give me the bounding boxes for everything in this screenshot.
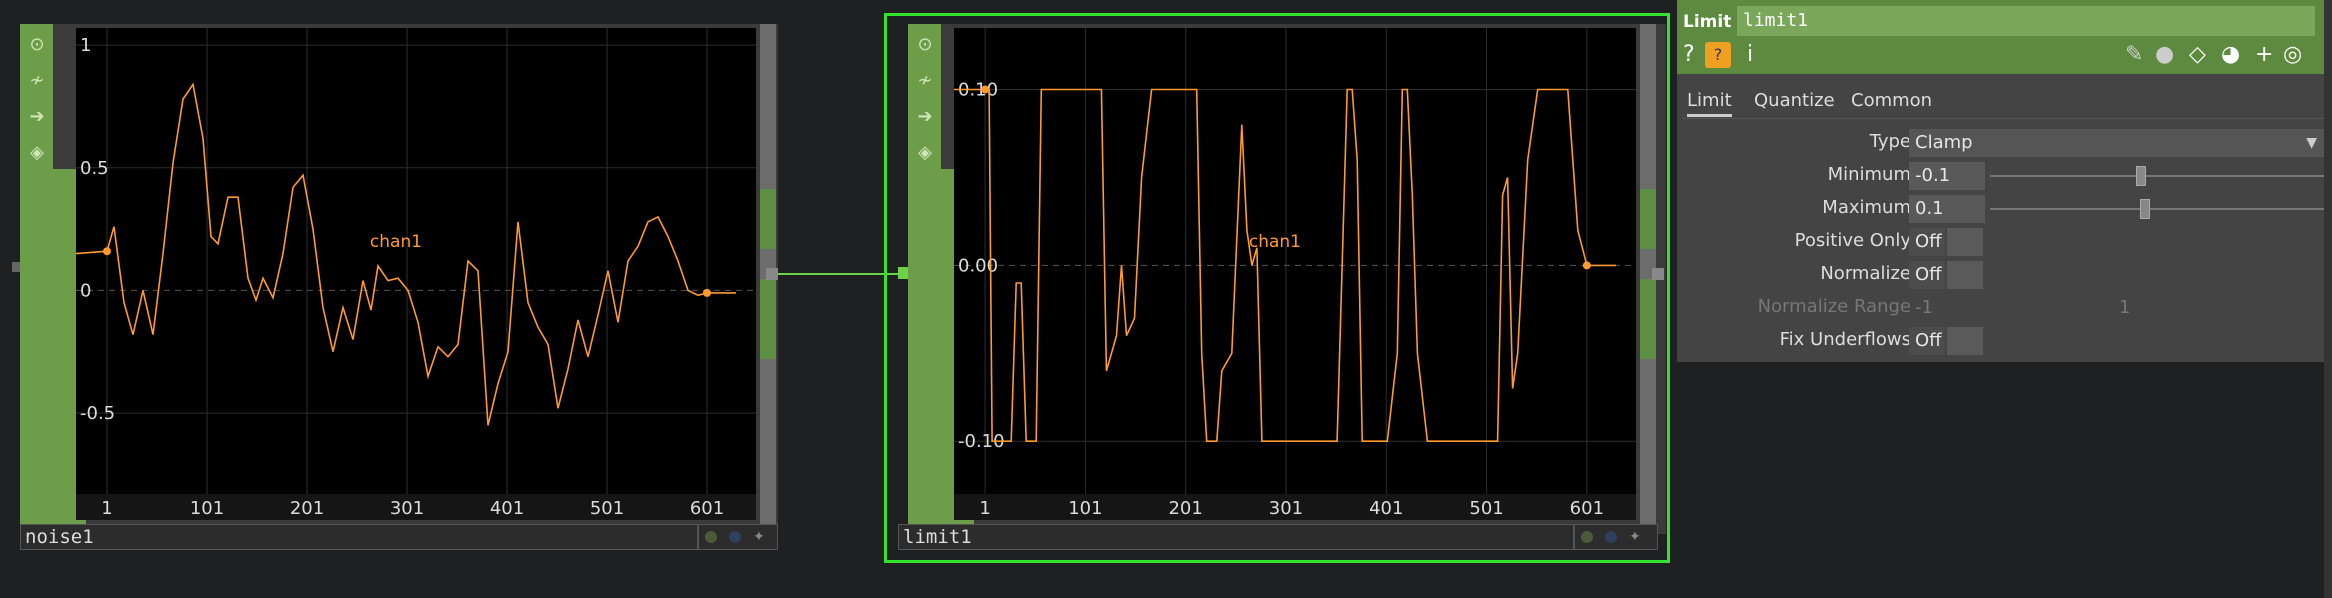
- y-tick-label: 1: [80, 35, 91, 56]
- fix-underflows-toggle[interactable]: [1947, 327, 1983, 355]
- noise1-chart: 1101201301401501601110120130140150160110…: [76, 28, 756, 520]
- chan1-curve: [76, 82, 736, 426]
- tab-common[interactable]: Common: [1851, 90, 1932, 111]
- add-icon[interactable]: +: [2255, 40, 2273, 70]
- minimum-field[interactable]: -0.1: [1909, 162, 1985, 190]
- x-tick-label: 1: [979, 498, 990, 519]
- limit1-chart: 110120130140150160111012013014015016010.…: [954, 28, 1636, 520]
- info-icon[interactable]: i: [1747, 40, 1753, 70]
- positive-only-toggle[interactable]: [1947, 228, 1983, 256]
- minimum-slider[interactable]: [1990, 175, 2326, 177]
- x-tick-label: 301: [390, 498, 424, 519]
- limit1-name-field[interactable]: limit1: [898, 524, 1574, 550]
- target-icon[interactable]: ◎: [2283, 40, 2302, 70]
- x-tick-label: 401: [1369, 498, 1403, 519]
- start-marker: [103, 247, 111, 256]
- render-flag-icon[interactable]: [1605, 531, 1617, 543]
- channel-label: chan1: [370, 232, 422, 252]
- y-tick-label: -0.5: [80, 403, 115, 424]
- param-positive-only: Positive Only Off: [1677, 226, 2332, 256]
- param-normalize: Normalize Off: [1677, 259, 2332, 289]
- viewer-pin-icon[interactable]: ✦: [1629, 530, 1641, 544]
- op-name-field[interactable]: limit1: [1737, 6, 2315, 36]
- noise1-toolbar: ⊙ ≁ ➔ ◈: [20, 24, 53, 524]
- limit1-output-connector[interactable]: [1652, 268, 1664, 280]
- x-tick-label: 101: [1068, 498, 1102, 519]
- chevron-down-icon: ▼: [2306, 135, 2317, 151]
- x-tick-label: 501: [590, 498, 624, 519]
- op-type-label: Limit: [1683, 12, 1732, 32]
- start-marker: [981, 85, 990, 94]
- display-flag-icon[interactable]: [705, 531, 717, 543]
- y-tick-label: 0.00: [958, 255, 998, 276]
- render-flag-icon[interactable]: [729, 531, 741, 543]
- normalize-range-min: -1: [1915, 297, 1933, 318]
- viewer-pin-icon[interactable]: ✦: [753, 530, 765, 544]
- end-marker: [1582, 261, 1591, 270]
- param-maximum: Maximum 0.1: [1677, 193, 2332, 223]
- display-flag-icon[interactable]: [1581, 531, 1593, 543]
- x-tick-label: 201: [1168, 498, 1202, 519]
- x-tick-label: 601: [690, 498, 724, 519]
- noise1-viewer-frame: ⊙ ≁ ➔ ◈ 11012013014015016011101201301401…: [20, 24, 778, 534]
- x-tick-label: 401: [490, 498, 524, 519]
- connection-wire[interactable]: [778, 273, 900, 275]
- y-tick-label: 0.5: [80, 158, 109, 179]
- limit1-plot-area[interactable]: 110120130140150160111012013014015016010.…: [954, 28, 1636, 520]
- normalize-toggle-label[interactable]: Off: [1909, 261, 1945, 289]
- tab-quantize[interactable]: Quantize: [1754, 90, 1835, 111]
- minimum-slider-handle[interactable]: [2136, 166, 2147, 186]
- maximum-slider-handle[interactable]: [2139, 199, 2150, 219]
- lock-icon[interactable]: ◈: [24, 140, 50, 166]
- edit-icon[interactable]: ✎: [2125, 40, 2143, 70]
- x-tick-label: 601: [1570, 498, 1604, 519]
- positive-only-toggle-label[interactable]: Off: [1909, 228, 1945, 256]
- limit1-viewer-frame: ⊙ ≁ ➔ ◈ 11012013014015016011101201301401…: [908, 24, 1666, 534]
- bypass-arrow-icon[interactable]: ➔: [24, 104, 50, 130]
- lock-icon[interactable]: ◈: [912, 140, 938, 166]
- param-minimum: Minimum -0.1: [1677, 160, 2332, 190]
- cook-icon[interactable]: ≁: [912, 68, 938, 94]
- x-tick-label: 201: [290, 498, 324, 519]
- cook-icon[interactable]: ≁: [24, 68, 50, 94]
- noise1-name-field[interactable]: noise1: [20, 524, 698, 550]
- x-tick-label: 301: [1269, 498, 1303, 519]
- x-tick-label: 1: [101, 498, 112, 519]
- type-menu[interactable]: Clamp ▼: [1909, 129, 2325, 157]
- noise1-plot-area[interactable]: 1101201301401501601110120130140150160110…: [76, 28, 756, 520]
- noise1-flag-icons: ✦: [698, 524, 778, 550]
- channel-label: chan1: [1249, 232, 1301, 252]
- param-normalize-range: Normalize Range -1 1: [1677, 292, 2332, 322]
- help-icon[interactable]: ?: [1683, 40, 1695, 70]
- limit1-toolbar: ⊙ ≁ ➔ ◈: [908, 24, 941, 524]
- python-icon[interactable]: ◕: [2221, 40, 2240, 70]
- panel-scrollbar[interactable]: [2324, 0, 2332, 598]
- normalize-toggle[interactable]: [1947, 261, 1983, 289]
- viewer-active-icon[interactable]: ⊙: [24, 32, 50, 58]
- parameter-panel: Limit limit1 ? ? i ✎ ● ◇ ◕ + ◎ Limit Qua…: [1677, 0, 2332, 362]
- normalize-range-max: 1: [2119, 297, 2131, 318]
- x-tick-label: 101: [190, 498, 224, 519]
- end-marker: [703, 288, 711, 297]
- maximum-slider[interactable]: [1990, 208, 2326, 210]
- maximum-field[interactable]: 0.1: [1909, 195, 1985, 223]
- y-tick-label: 0: [80, 280, 91, 301]
- python-help-icon[interactable]: ?: [1705, 42, 1731, 68]
- clone-icon[interactable]: ◇: [2189, 40, 2206, 70]
- param-type: Type Clamp ▼: [1677, 127, 2332, 157]
- comment-icon[interactable]: ●: [2155, 40, 2174, 70]
- limit1-flag-icons: ✦: [1574, 524, 1658, 550]
- x-tick-label: 501: [1469, 498, 1503, 519]
- tab-limit[interactable]: Limit: [1687, 90, 1732, 117]
- noise1-output-connector[interactable]: [766, 268, 778, 280]
- viewer-active-icon[interactable]: ⊙: [912, 32, 938, 58]
- param-fix-underflows: Fix Underflows Off: [1677, 325, 2332, 355]
- parameter-header: Limit limit1 ? ? i ✎ ● ◇ ◕ + ◎: [1677, 0, 2332, 74]
- fix-underflows-toggle-label[interactable]: Off: [1909, 327, 1945, 355]
- bypass-arrow-icon[interactable]: ➔: [912, 104, 938, 130]
